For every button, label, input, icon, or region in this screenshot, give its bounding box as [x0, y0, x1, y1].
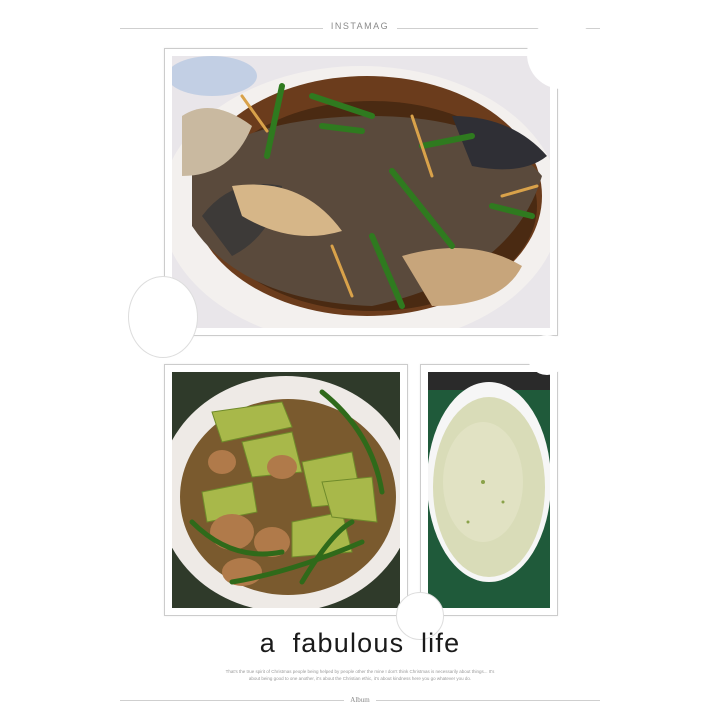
- circle-notch-left: [128, 276, 198, 358]
- stir-fried-vegetables-photo: [172, 372, 400, 608]
- footer-title: Album: [0, 696, 720, 704]
- frame-notch: [527, 19, 597, 89]
- tagline: a fabulous life: [259, 628, 461, 658]
- photo-frame-soup[interactable]: [420, 335, 567, 616]
- caption-small-text: That's the true spirit of Christmas peop…: [225, 669, 495, 681]
- header-title: INSTAMAG: [0, 21, 720, 31]
- soup-bowl-photo: [428, 372, 550, 608]
- frame-notch: [527, 335, 567, 375]
- braised-fish-photo: [172, 56, 550, 328]
- photo-frame-fish[interactable]: [164, 19, 597, 336]
- photo-frame-vegetables[interactable]: [164, 364, 408, 616]
